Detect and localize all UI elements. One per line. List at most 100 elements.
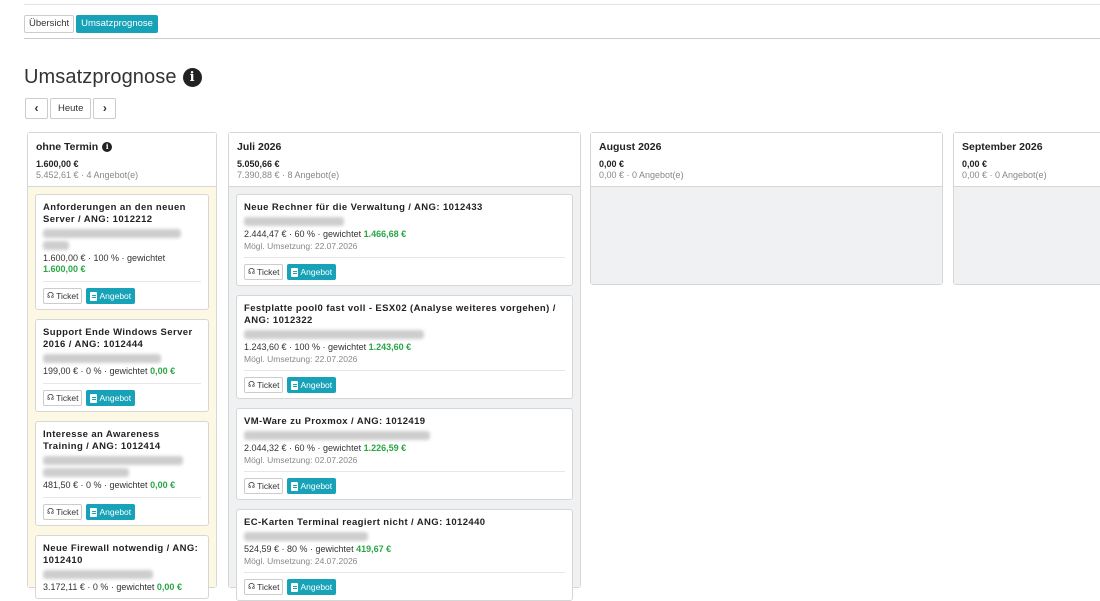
column-title: August 2026 <box>599 141 662 153</box>
info-icon[interactable]: i <box>182 68 202 87</box>
prev-period-button[interactable]: ‹ <box>25 98 48 119</box>
offer-weighted: 0,00 € <box>156 582 182 592</box>
column-body <box>954 187 1100 284</box>
column-september-2026: September 2026 0,00 € 0,00 € · 0 Angebot… <box>953 132 1100 285</box>
offer-amount-line: 2.044,32 € · 60 % · gewichtet <box>244 443 362 453</box>
page-title: Umsatzprognose i <box>24 66 202 89</box>
column-weighted-sum: 0,00 € <box>599 159 625 169</box>
tab-divider <box>24 38 1100 39</box>
next-period-button[interactable]: › <box>93 98 117 119</box>
tab-overview[interactable]: Übersicht <box>24 15 75 33</box>
today-button[interactable]: Heute <box>50 98 92 119</box>
column-august-2026: August 2026 0,00 € 0,00 € · 0 Angebot(e) <box>590 132 943 285</box>
offer-button[interactable]: Angebot <box>287 478 337 494</box>
offer-amount-line: 199,00 € · 0 % · gewichtet <box>43 366 148 376</box>
offer-card[interactable]: Support Ende Windows Server 2016 / ANG: … <box>35 319 209 412</box>
column-header: August 2026 0,00 € 0,00 € · 0 Angebot(e) <box>591 133 942 187</box>
offer-amount-line: 2.444,47 € · 60 % · gewichtet <box>244 229 362 239</box>
offer-button[interactable]: Angebot <box>287 579 337 595</box>
offer-amount-line: 1.243,60 € · 100 % · gewichtet <box>244 342 367 352</box>
offer-title: Festplatte pool0 fast voll - ESX02 (Anal… <box>244 303 556 326</box>
ticket-button[interactable]: ☊ Ticket <box>244 377 284 393</box>
column-total: 0,00 € · 0 Angebot(e) <box>599 170 684 180</box>
document-icon <box>90 393 98 403</box>
offer-title: Neue Firewall notwendig / ANG: 1012410 <box>43 543 199 566</box>
offer-card[interactable]: Festplatte pool0 fast voll - ESX02 (Anal… <box>236 295 573 399</box>
column-weighted-sum: 0,00 € <box>962 159 988 169</box>
offer-card[interactable]: Interesse an Awareness Training / ANG: 1… <box>35 421 209 526</box>
column-weighted-sum: 1.600,00 € <box>36 159 79 169</box>
ticket-button[interactable]: ☊ Ticket <box>244 264 284 280</box>
offer-button[interactable]: Angebot <box>287 264 337 280</box>
chevron-left-icon: ‹ <box>34 101 39 115</box>
info-icon[interactable]: i <box>102 142 113 152</box>
column-body <box>591 187 942 284</box>
column-header: ohne Termin i 1.600,00 € 5.452,61 € · 4 … <box>28 133 216 187</box>
offer-button[interactable]: Angebot <box>86 288 136 304</box>
ticket-button[interactable]: ☊ Ticket <box>43 504 83 520</box>
offer-card[interactable]: Neue Rechner für die Verwaltung / ANG: 1… <box>236 194 573 286</box>
column-body: Neue Rechner für die Verwaltung / ANG: 1… <box>229 187 580 601</box>
headset-icon: ☊ <box>248 582 256 591</box>
column-total: 5.452,61 € · 4 Angebot(e) <box>36 170 139 180</box>
offer-title: VM-Ware zu Proxmox / ANG: 1012419 <box>244 416 426 427</box>
offer-amount-line: 3.172,11 € · 0 % · gewichtet <box>43 582 155 592</box>
ticket-button[interactable]: ☊ Ticket <box>244 478 284 494</box>
offer-card[interactable]: Neue Firewall notwendig / ANG: 1012410 3… <box>35 535 209 599</box>
offer-weighted: 0,00 € <box>150 480 176 490</box>
ticket-button[interactable]: ☊ Ticket <box>244 579 284 595</box>
offer-title: Anforderungen an den neuen Server / ANG:… <box>43 202 186 225</box>
offer-weighted: 419,67 € <box>356 544 392 554</box>
offer-weighted: 1.243,60 € <box>368 342 412 352</box>
offer-weighted: 1.226,59 € <box>363 443 407 453</box>
implementation-date: Mögl. Umsetzung: 22.07.2026 <box>244 241 358 251</box>
blurred-customer <box>43 354 161 363</box>
headset-icon: ☊ <box>248 481 256 490</box>
offer-title: Support Ende Windows Server 2016 / ANG: … <box>43 327 193 350</box>
document-icon <box>291 582 299 592</box>
offer-button[interactable]: Angebot <box>287 377 337 393</box>
column-title: Juli 2026 <box>237 141 282 153</box>
blurred-customer <box>244 532 368 541</box>
offer-button[interactable]: Angebot <box>86 390 136 406</box>
implementation-date: Mögl. Umsetzung: 24.07.2026 <box>244 556 358 566</box>
blurred-customer <box>43 229 181 238</box>
document-icon <box>90 507 98 517</box>
headset-icon: ☊ <box>248 267 256 276</box>
offer-weighted: 0,00 € <box>150 366 176 376</box>
implementation-date: Mögl. Umsetzung: 22.07.2026 <box>244 354 358 364</box>
offer-title: Interesse an Awareness Training / ANG: 1… <box>43 429 161 452</box>
tab-bar: Übersicht Umsatzprognose <box>24 15 158 33</box>
ticket-button[interactable]: ☊ Ticket <box>43 390 83 406</box>
offer-button[interactable]: Angebot <box>86 504 136 520</box>
blurred-customer <box>244 330 424 339</box>
offer-amount-line: 1.600,00 € · 100 % · gewichtet <box>43 253 166 263</box>
ticket-button[interactable]: ☊ Ticket <box>43 288 83 304</box>
implementation-date: Mögl. Umsetzung: 02.07.2026 <box>244 455 358 465</box>
blurred-customer <box>244 217 344 226</box>
offer-title: Neue Rechner für die Verwaltung / ANG: 1… <box>244 202 483 213</box>
offer-card[interactable]: Anforderungen an den neuen Server / ANG:… <box>35 194 209 310</box>
document-icon <box>291 267 299 277</box>
period-navigation: ‹ Heute › <box>25 98 117 119</box>
column-weighted-sum: 5.050,66 € <box>237 159 280 169</box>
top-divider <box>24 4 1100 5</box>
headset-icon: ☊ <box>248 380 256 389</box>
document-icon <box>90 291 98 301</box>
headset-icon: ☊ <box>47 393 55 402</box>
column-total: 7.390,88 € · 8 Angebot(e) <box>237 170 340 180</box>
column-total: 0,00 € · 0 Angebot(e) <box>962 170 1047 180</box>
document-icon <box>291 481 299 491</box>
column-title: ohne Termin <box>36 141 99 153</box>
headset-icon: ☊ <box>47 507 55 516</box>
offer-card[interactable]: VM-Ware zu Proxmox / ANG: 1012419 2.044,… <box>236 408 573 500</box>
document-icon <box>291 380 299 390</box>
chevron-right-icon: › <box>102 101 107 115</box>
blurred-customer <box>43 456 183 465</box>
tab-forecast[interactable]: Umsatzprognose <box>76 15 158 33</box>
offer-amount-line: 481,50 € · 0 % · gewichtet <box>43 480 148 490</box>
column-header: September 2026 0,00 € 0,00 € · 0 Angebot… <box>954 133 1100 187</box>
offer-card[interactable]: EC-Karten Terminal reagiert nicht / ANG:… <box>236 509 573 601</box>
page-title-text: Umsatzprognose <box>24 66 177 88</box>
column-no-date: ohne Termin i 1.600,00 € 5.452,61 € · 4 … <box>27 132 217 599</box>
